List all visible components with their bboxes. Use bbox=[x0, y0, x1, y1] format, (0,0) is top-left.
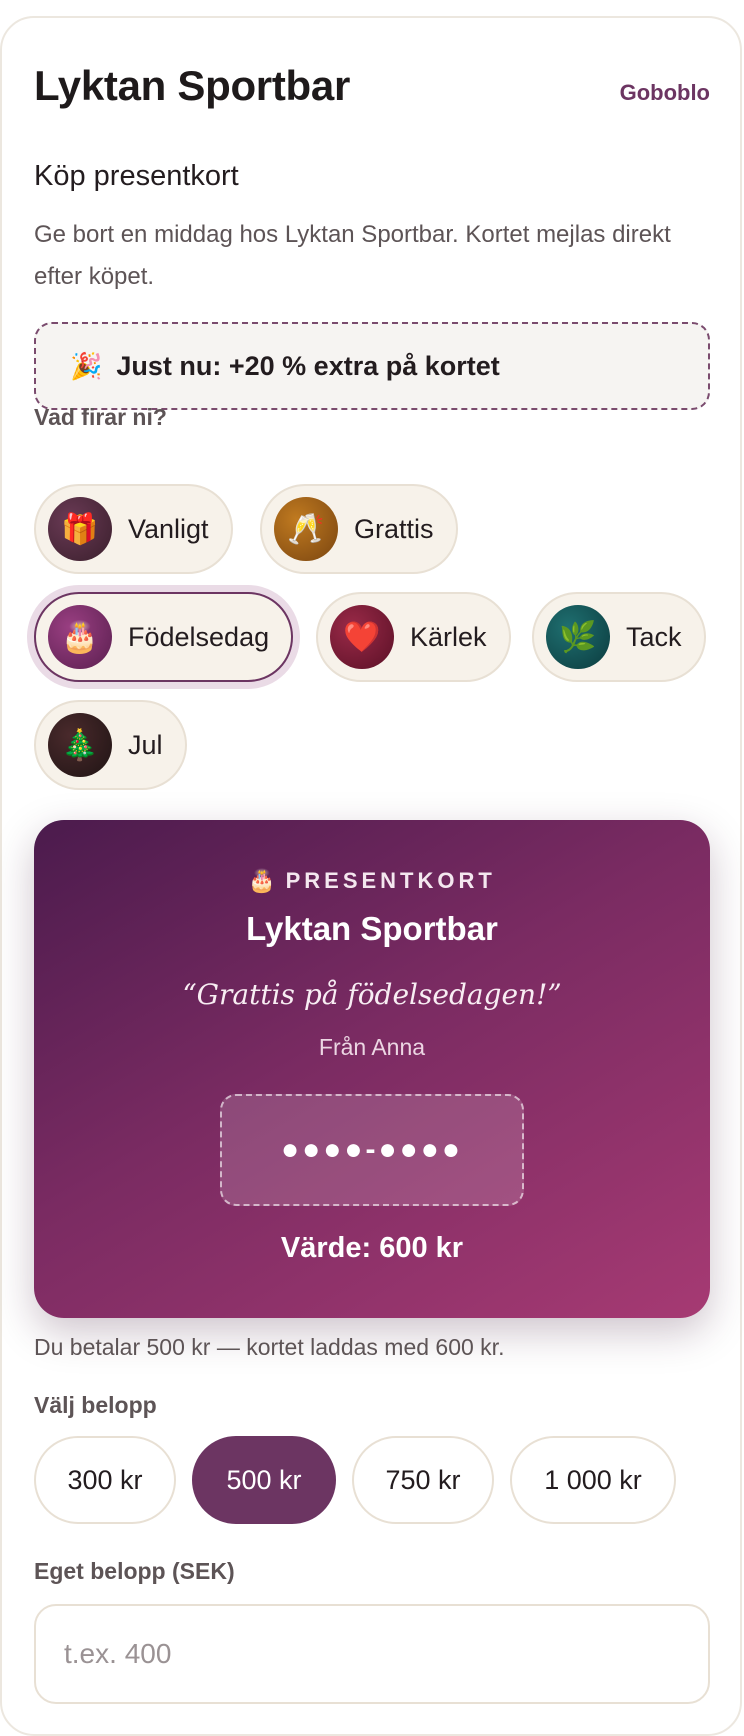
christmas-tree-icon: 🎄 bbox=[48, 713, 112, 777]
occasion-chip-fodelsedag[interactable]: 🎂 Födelsedag bbox=[34, 592, 294, 682]
occasion-chip-label: Grattis bbox=[354, 513, 434, 544]
birthday-cake-icon: 🎂 bbox=[248, 868, 276, 893]
brand-logo[interactable]: Goboblo bbox=[620, 80, 710, 106]
custom-amount-input[interactable] bbox=[34, 1604, 710, 1704]
card-kicker-label: PRESENTKORT bbox=[285, 868, 496, 893]
occasion-chip-label: Jul bbox=[128, 729, 163, 760]
leaf-icon: 🌿 bbox=[546, 605, 610, 669]
occasion-chip-karlek[interactable]: ❤️ Kärlek bbox=[316, 592, 511, 682]
card-value: Värde: 600 kr bbox=[280, 1232, 464, 1264]
party-popper-icon: 🎉 bbox=[70, 350, 103, 381]
champagne-icon: 🥂 bbox=[274, 497, 338, 561]
promo-text: Just nu: +20 % extra på kortet bbox=[116, 350, 500, 381]
gift-icon: 🎁 bbox=[48, 497, 112, 561]
amount-option-750[interactable]: 750 kr bbox=[352, 1436, 494, 1524]
amount-label: Välj belopp bbox=[34, 1392, 157, 1418]
occasion-label: Vad firar ni? bbox=[34, 404, 167, 430]
occasion-chip-jul[interactable]: 🎄 Jul bbox=[34, 700, 187, 790]
card-message: “Grattis på födelsedagen!” bbox=[182, 978, 562, 1011]
occasion-chip-tack[interactable]: 🌿 Tack bbox=[532, 592, 706, 682]
header: Lyktan Sportbar Goboblo bbox=[34, 62, 710, 118]
payment-note: Du betalar 500 kr — kortet laddas med 60… bbox=[34, 1334, 505, 1360]
occasion-chip-vanligt[interactable]: 🎁 Vanligt bbox=[34, 484, 233, 574]
gift-card-preview: 🎂 PRESENTKORT Lyktan Sportbar “Grattis på… bbox=[34, 820, 710, 1318]
card-venue-name: Lyktan Sportbar bbox=[246, 910, 498, 947]
amount-option-500[interactable]: 500 kr bbox=[192, 1436, 336, 1524]
occasion-chip-grattis[interactable]: 🥂 Grattis bbox=[260, 484, 458, 574]
page-title: Lyktan Sportbar bbox=[34, 62, 350, 109]
occasion-chip-label: Tack bbox=[626, 621, 682, 652]
card-code: ●●●●-●●●● bbox=[220, 1094, 524, 1206]
amount-option-300[interactable]: 300 kr bbox=[34, 1436, 176, 1524]
birthday-cake-icon: 🎂 bbox=[48, 605, 112, 669]
custom-amount-label: Eget belopp (SEK) bbox=[34, 1558, 235, 1584]
heart-icon: ❤️ bbox=[330, 605, 394, 669]
intro-description: Ge bort en middag hos Lyktan Sportbar. K… bbox=[34, 221, 671, 290]
amount-option-1000[interactable]: 1 000 kr bbox=[510, 1436, 676, 1524]
occasion-chip-label: Vanligt bbox=[128, 513, 209, 544]
section-heading: Köp presentkort bbox=[34, 160, 239, 192]
card-sender: Från Anna bbox=[318, 1034, 426, 1060]
card-kicker: 🎂 PRESENTKORT bbox=[34, 868, 710, 894]
promo-banner: 🎉 Just nu: +20 % extra på kortet bbox=[34, 322, 710, 410]
occasion-chip-label: Födelsedag bbox=[128, 621, 270, 652]
occasion-chip-label: Kärlek bbox=[410, 621, 487, 652]
